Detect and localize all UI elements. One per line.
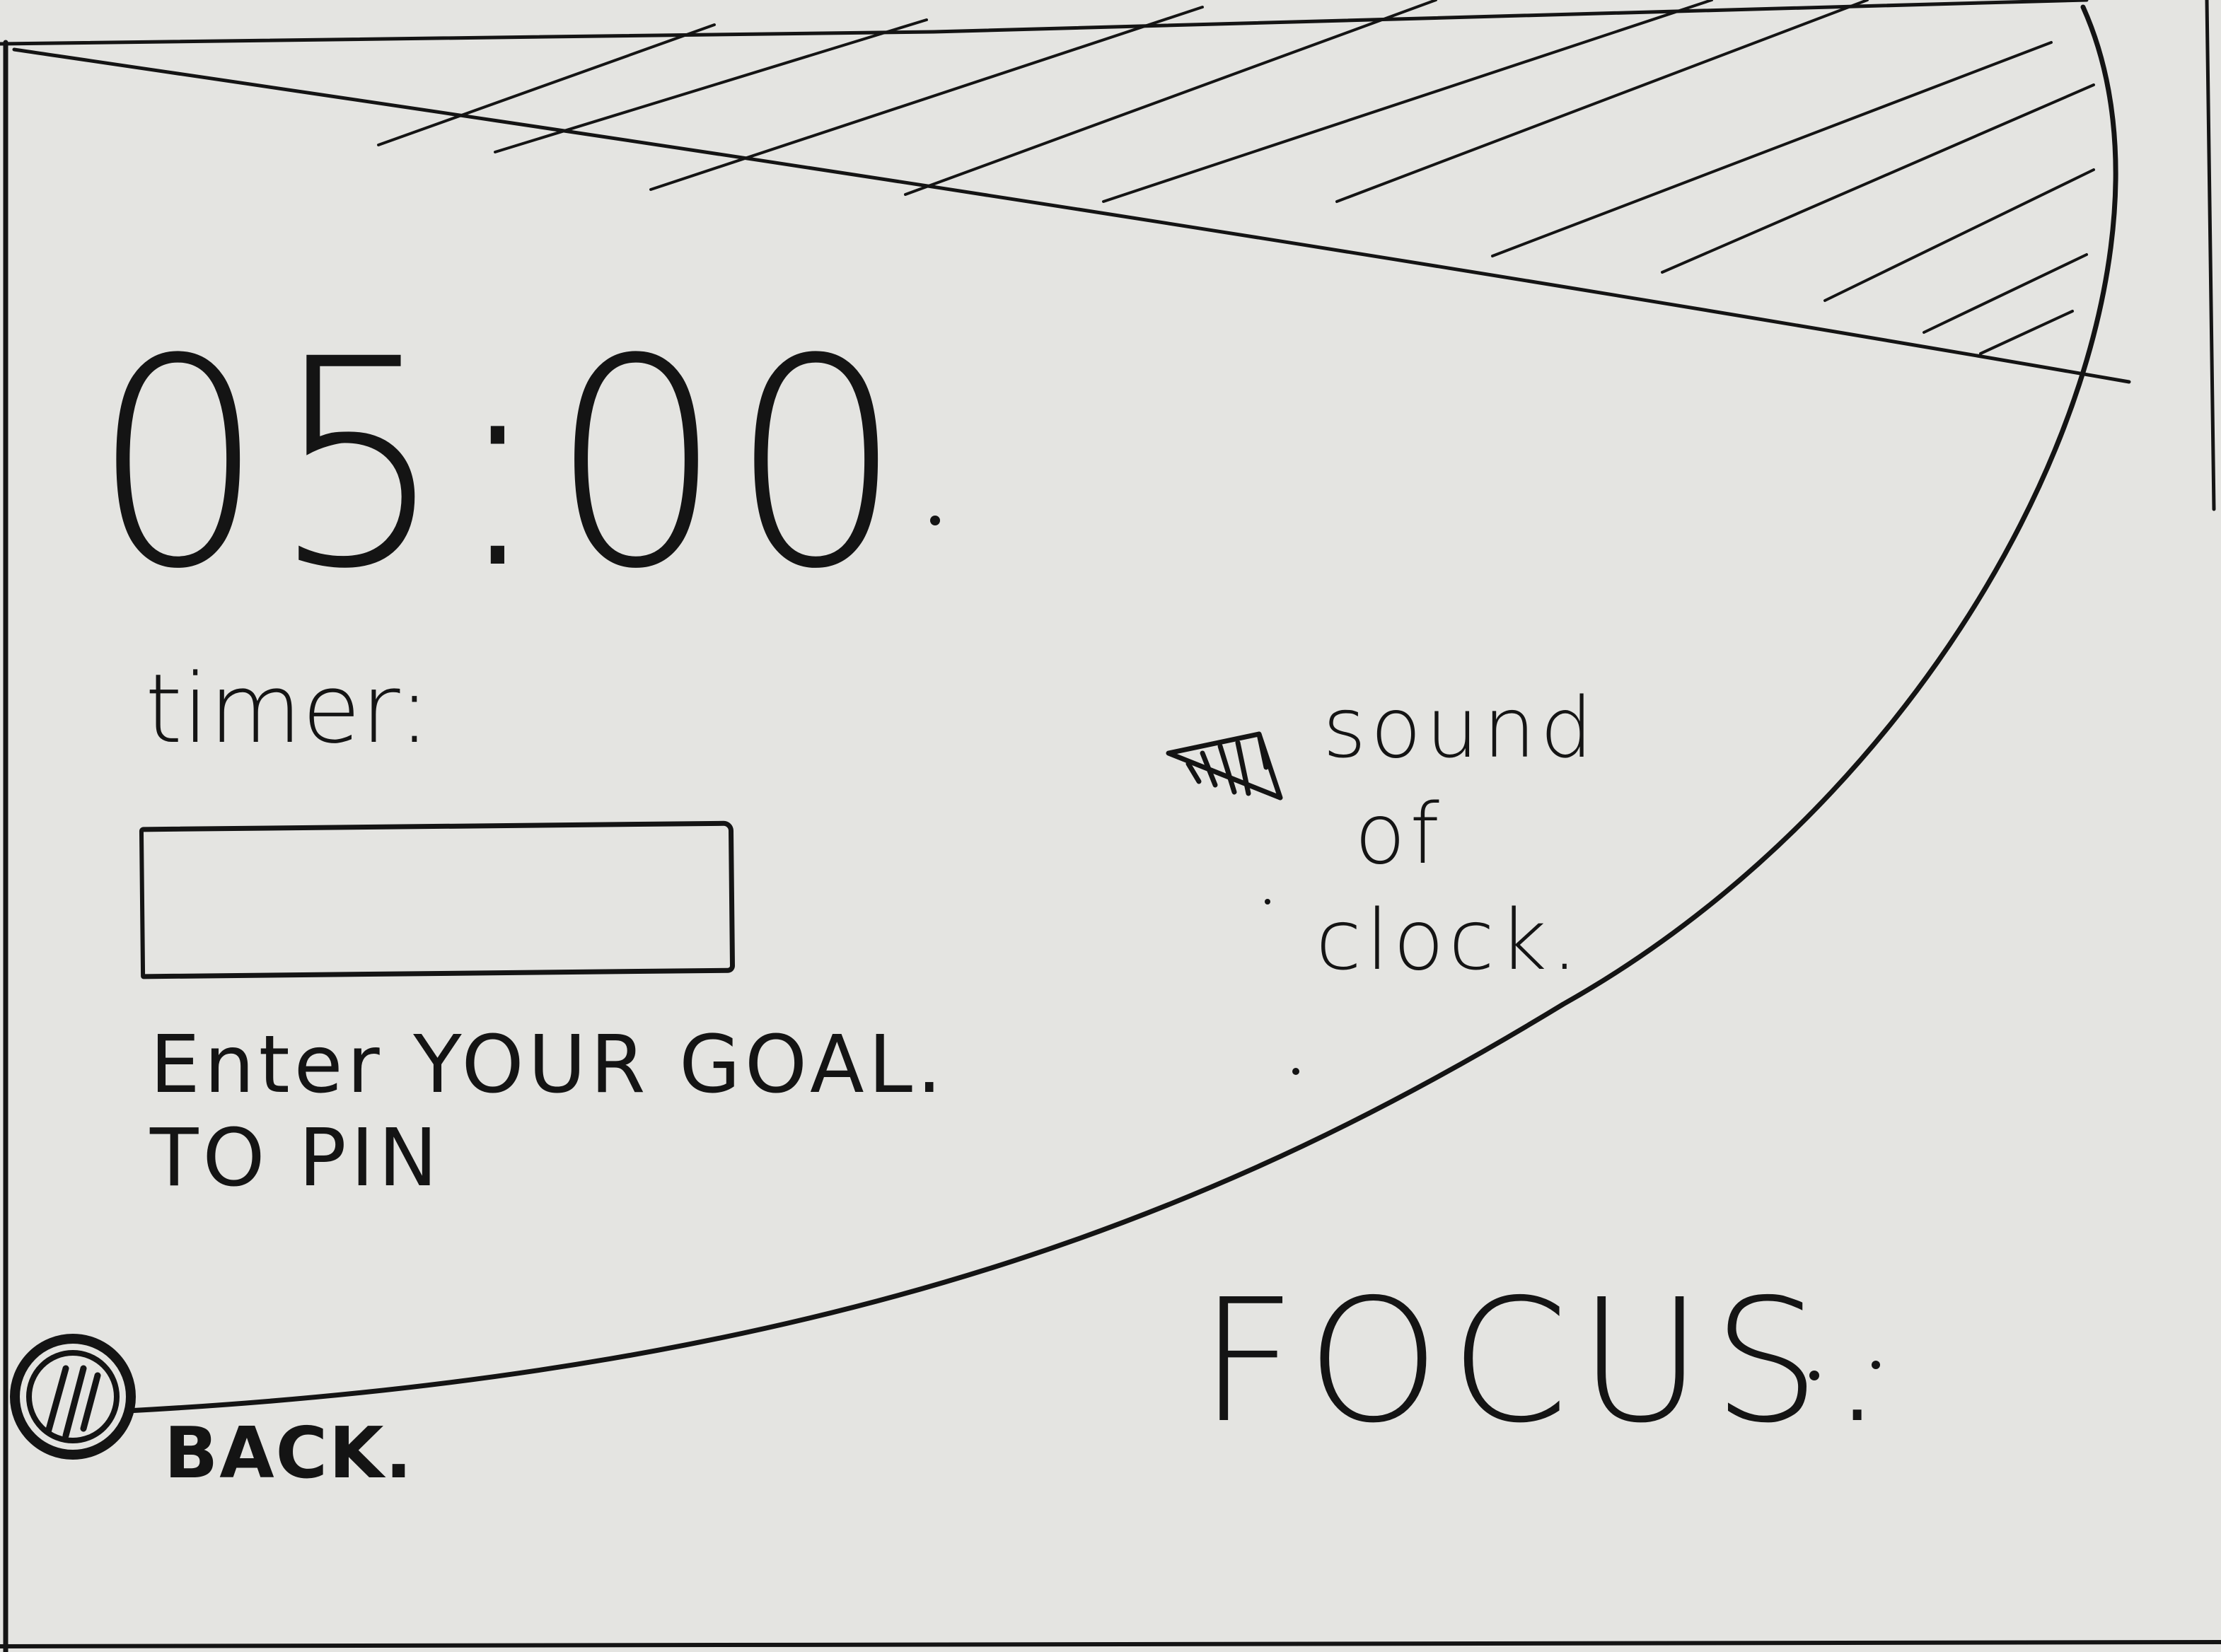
back-circle-icon [10, 1334, 136, 1460]
back-label: BACK. [164, 1412, 414, 1494]
timer-label: timer: [145, 653, 431, 764]
sound-toggle-button[interactable] [1160, 714, 1287, 806]
speaker-icon [1166, 731, 1283, 801]
goal-input[interactable] [139, 820, 736, 979]
goal-hint: Enter YOUR GOAL. TO PIN [150, 1018, 946, 1205]
page-title: FOCUS. [1199, 1262, 1894, 1460]
timer-display: 05:00 [92, 298, 910, 632]
sound-label-line3: clock. [1316, 890, 1582, 989]
sound-label: sound of clock. [1316, 675, 1598, 994]
goal-hint-line2: TO PIN [150, 1112, 442, 1205]
sound-label-line1: sound [1323, 679, 1598, 776]
goal-hint-line1: Enter YOUR GOAL. [150, 1019, 946, 1111]
sound-label-line2: of [1355, 784, 1444, 883]
